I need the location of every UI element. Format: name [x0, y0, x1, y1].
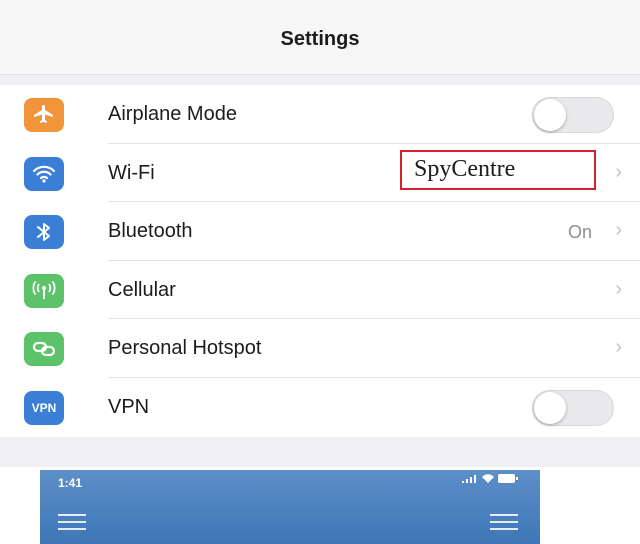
settings-list: Airplane Mode Wi-Fi SpyCentre › Bluetoot…: [0, 85, 640, 437]
settings-row-vpn[interactable]: VPN VPN: [0, 378, 640, 437]
toggle-knob: [534, 99, 566, 131]
battery-icon: [498, 474, 518, 483]
wifi-network-highlight: SpyCentre: [400, 149, 596, 190]
airplane-icon: [24, 98, 64, 132]
section-gap: [0, 437, 640, 467]
chevron-right-icon: ›: [615, 219, 622, 242]
signal-icon: [462, 474, 476, 483]
bluetooth-icon: [24, 215, 64, 250]
vpn-icon: VPN: [24, 390, 64, 425]
airplane-mode-toggle[interactable]: [532, 97, 614, 133]
chevron-right-icon: ›: [615, 160, 622, 183]
phone-preview-screen: 1:41: [40, 470, 540, 544]
navigation-bar: Settings: [0, 0, 640, 75]
settings-row-cellular[interactable]: Cellular ›: [0, 261, 640, 320]
settings-row-label: Wi-Fi: [108, 161, 155, 184]
settings-row-label: Airplane Mode: [108, 103, 237, 125]
page-title: Settings: [280, 28, 360, 50]
menu-icon[interactable]: [58, 514, 86, 535]
settings-screen: Settings Airplane Mode Wi-Fi SpyCentre ›…: [0, 0, 640, 544]
chevron-right-icon: ›: [615, 336, 622, 359]
vpn-toggle[interactable]: [532, 389, 614, 426]
list-menu-icon[interactable]: [490, 514, 518, 535]
settings-row-label: Personal Hotspot: [108, 337, 262, 360]
status-bar-time: 1:41: [58, 476, 83, 490]
status-bar-icons: [462, 474, 518, 483]
wifi-status-icon: [482, 474, 494, 483]
settings-row-wifi[interactable]: Wi-Fi SpyCentre ›: [0, 144, 640, 203]
settings-row-label: Bluetooth: [108, 220, 193, 243]
wifi-network-name: SpyCentre: [414, 156, 516, 183]
chevron-right-icon: ›: [615, 277, 622, 300]
section-gap: [0, 75, 640, 85]
settings-row-label: VPN: [108, 395, 150, 418]
settings-row-airplane-mode[interactable]: Airplane Mode: [0, 85, 640, 144]
settings-row-personal-hotspot[interactable]: Personal Hotspot ›: [0, 319, 640, 378]
hotspot-icon: [24, 332, 64, 367]
wifi-icon: [24, 156, 64, 191]
cellular-icon: [24, 273, 64, 308]
bluetooth-status: On: [567, 222, 592, 243]
settings-row-label: Cellular: [108, 278, 176, 301]
settings-row-bluetooth[interactable]: Bluetooth On ›: [0, 202, 640, 261]
vpn-icon-text: VPN: [31, 400, 57, 415]
toggle-knob: [534, 391, 566, 424]
